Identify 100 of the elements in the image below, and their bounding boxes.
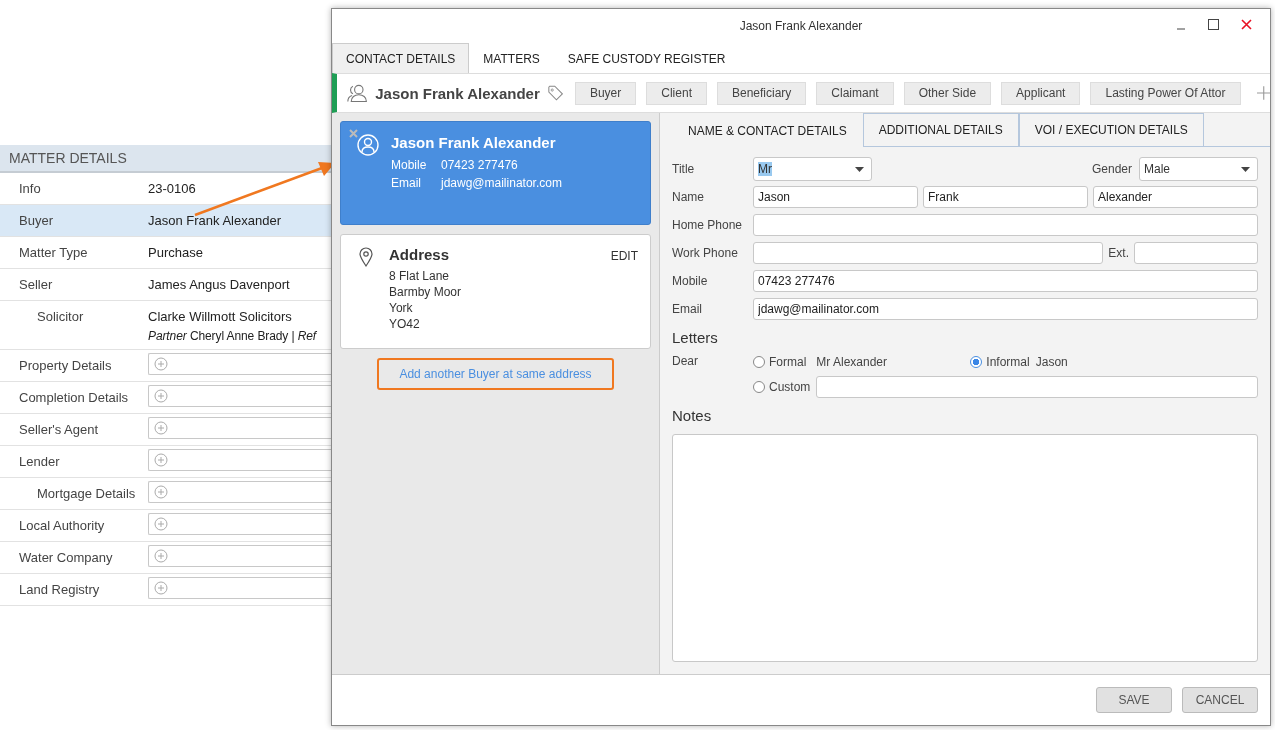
field-label: Gender — [1091, 162, 1132, 176]
detail-label: Mobile — [391, 158, 427, 172]
address-line: 8 Flat Lane — [389, 268, 451, 284]
address-line: YO42 — [389, 316, 421, 332]
field-label: Home Phone — [672, 218, 744, 232]
tag-icon — [547, 84, 563, 102]
detail-row[interactable]: Lender — [0, 446, 331, 478]
row-value: James Angus Davenport — [148, 277, 290, 292]
tab[interactable]: SAFE CUSTODY REGISTER — [553, 43, 740, 73]
address-line: York — [389, 300, 414, 316]
role-tag[interactable]: Client — [646, 81, 707, 105]
row-label: Mortgage Details — [36, 485, 137, 501]
detail-row[interactable]: Buyer Jason Frank Alexander — [0, 205, 331, 237]
detail-value: jdawg@mailinator.com — [441, 176, 562, 190]
title-dropdown[interactable]: Mr — [753, 157, 872, 181]
field-label: Name — [672, 190, 705, 204]
row-label: Local Authority — [18, 517, 106, 533]
input-field[interactable]: Frank — [923, 186, 1088, 208]
add-field[interactable] — [148, 577, 331, 599]
row-value: Purchase — [148, 245, 203, 260]
row-value: Jason Frank Alexander — [148, 213, 281, 228]
notes-field[interactable] — [672, 434, 1258, 662]
add-field[interactable] — [148, 417, 331, 439]
add-field[interactable] — [148, 545, 331, 567]
input-field[interactable]: Jason — [753, 186, 918, 208]
input-field[interactable]: 07423 277476 — [753, 270, 1258, 292]
row-label: Lender — [18, 453, 61, 469]
tab[interactable]: VOI / EXECUTION DETAILS — [1018, 113, 1204, 146]
input-field[interactable]: jdawg@mailinator.com — [753, 298, 1258, 320]
person-name: Jason Frank Alexander — [391, 134, 557, 151]
add-field[interactable] — [148, 481, 331, 503]
cancel-button[interactable]: CANCEL — [1182, 687, 1258, 713]
field-label: Ext. — [1108, 246, 1129, 260]
gender-dropdown[interactable]: Male — [1139, 157, 1258, 181]
detail-row[interactable]: Seller James Angus Davenport — [0, 269, 331, 301]
row-label: Seller's Agent — [18, 421, 100, 437]
tab[interactable]: CONTACT DETAILS — [332, 43, 470, 73]
input-field[interactable] — [753, 214, 1258, 236]
add-icon — [154, 421, 168, 435]
radio-option[interactable]: Informal — [970, 355, 1030, 369]
add-icon — [154, 517, 168, 531]
add-icon — [154, 549, 168, 563]
contact-name: Jason Frank Alexander — [375, 84, 540, 102]
save-button[interactable]: SAVE — [1096, 687, 1172, 713]
row-value: 23-0106 — [148, 181, 196, 196]
role-tag[interactable]: Buyer — [574, 81, 637, 105]
detail-row[interactable]: Seller's Agent — [0, 414, 331, 446]
input-field[interactable]: Alexander — [1093, 186, 1258, 208]
add-field[interactable] — [148, 449, 331, 471]
add-icon — [154, 357, 168, 371]
row-label: Buyer — [18, 212, 54, 228]
radio-option[interactable]: Formal — [753, 355, 807, 369]
location-pin-icon — [359, 247, 373, 267]
field-label: Email — [672, 302, 703, 316]
panel-header: MATTER DETAILS — [0, 145, 331, 173]
detail-row[interactable]: Property Details — [0, 350, 331, 382]
people-icon — [347, 82, 368, 104]
detail-row[interactable]: Matter Type Purchase — [0, 237, 331, 269]
role-tag[interactable]: Applicant — [1001, 81, 1081, 105]
caret-icon — [1241, 166, 1250, 172]
row-label: Solicitor — [36, 308, 85, 324]
add-icon — [154, 389, 168, 403]
detail-row[interactable]: Water Company — [0, 542, 331, 574]
add-icon[interactable] — [1256, 85, 1270, 101]
close-icon[interactable] — [1241, 19, 1252, 30]
role-tag[interactable]: Other Side — [903, 81, 992, 105]
row-value: Clarke Willmott Solicitors — [148, 309, 293, 324]
add-field[interactable] — [148, 353, 331, 375]
add-icon — [154, 581, 168, 595]
maximize-icon[interactable] — [1208, 19, 1219, 30]
input-field[interactable] — [753, 242, 1104, 264]
detail-row[interactable]: Mortgage Details — [0, 478, 331, 510]
detail-row[interactable]: Completion Details — [0, 382, 331, 414]
tab[interactable]: ADDITIONAL DETAILS — [862, 113, 1019, 146]
role-tag[interactable]: Lasting Power Of Attor — [1090, 81, 1241, 105]
input-field[interactable] — [1134, 242, 1258, 264]
edit-button[interactable]: EDIT — [610, 247, 638, 265]
salutation-preview: Jason — [1035, 355, 1068, 369]
section-heading: Notes — [672, 407, 713, 424]
row-label: Info — [18, 180, 42, 196]
add-field[interactable] — [148, 385, 331, 407]
field-label: Title — [672, 162, 696, 176]
salutation-preview: Mr Alexander — [816, 355, 889, 369]
row-label: Land Registry — [18, 581, 101, 597]
role-tag[interactable]: Claimant — [816, 81, 894, 105]
address-line: Barmby Moor — [389, 284, 463, 300]
row-label: Matter Type — [18, 244, 89, 260]
tab[interactable]: MATTERS — [469, 43, 554, 73]
caret-icon — [855, 166, 864, 172]
detail-value: 07423 277476 — [441, 158, 518, 172]
input-field[interactable] — [816, 376, 1258, 398]
field-label: Mobile — [672, 274, 709, 288]
person-icon — [357, 134, 379, 156]
radio-option[interactable]: Custom — [753, 380, 811, 394]
detail-row[interactable]: Local Authority — [0, 510, 331, 542]
add-icon — [154, 485, 168, 499]
role-tag[interactable]: Beneficiary — [716, 81, 807, 105]
add-field[interactable] — [148, 513, 331, 535]
detail-row[interactable]: Land Registry — [0, 574, 331, 606]
detail-label: Email — [391, 176, 422, 190]
